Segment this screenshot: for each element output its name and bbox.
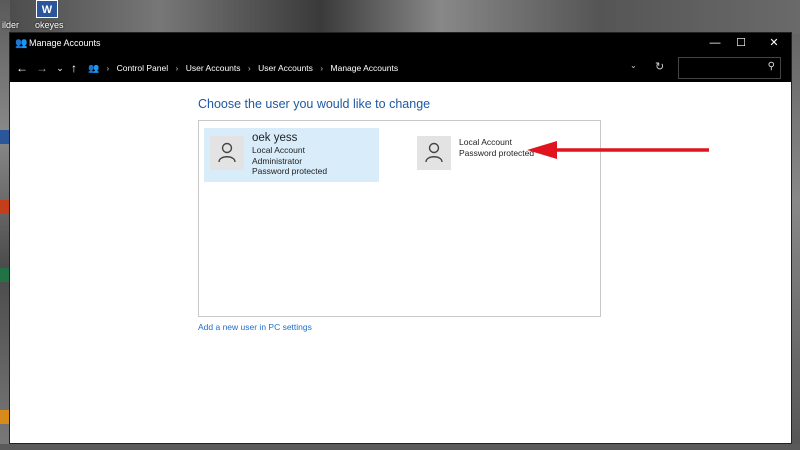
chevron-right-icon[interactable]: › [248, 63, 251, 73]
desktop-excel-icon[interactable] [0, 268, 9, 282]
user-icon [425, 142, 443, 163]
account-details: oek yess Local Account Administrator Pas… [252, 132, 327, 177]
recent-locations-button[interactable]: ⌄ [53, 60, 67, 76]
up-button[interactable]: ↑ [67, 60, 81, 76]
close-button[interactable]: ✕ [759, 35, 789, 52]
account-tile-oek-yess[interactable]: oek yess Local Account Administrator Pas… [204, 128, 379, 182]
address-bar-row: ← → ⌄ ↑ 👥 › Control Panel › User Account… [10, 54, 791, 82]
address-box[interactable]: 👥 › Control Panel › User Accounts › User… [84, 57, 680, 79]
main-content: Choose the user you would like to change… [10, 82, 791, 443]
chevron-down-icon[interactable]: ⌄ [630, 61, 637, 70]
users-icon: 👥 [15, 38, 28, 49]
account-role: Administrator [252, 155, 303, 166]
account-name: oek yess [252, 132, 298, 144]
desktop-powerpoint-icon[interactable] [0, 200, 9, 214]
user-avatar [210, 136, 244, 170]
desktop-icon-label[interactable]: okeyes [35, 20, 64, 30]
user-icon [218, 142, 236, 163]
add-new-user-link[interactable]: Add a new user in PC settings [198, 322, 312, 332]
breadcrumb: 👥 › Control Panel › User Accounts › User… [88, 63, 398, 74]
desktop-app-icon[interactable] [0, 410, 9, 424]
word-document-icon[interactable]: W [36, 0, 58, 18]
manage-accounts-window: 👥 Manage Accounts — ☐ ✕ ← → ⌄ ↑ 👥 › Cont… [9, 32, 792, 444]
desktop-wallpaper-bottom [0, 444, 800, 450]
desktop-wallpaper [0, 0, 800, 34]
search-icon[interactable]: ⚲ [768, 61, 775, 72]
account-type: Local Account [459, 137, 512, 147]
window-title: Manage Accounts [29, 38, 101, 48]
forward-button[interactable]: → [35, 60, 49, 76]
maximize-button[interactable]: ☐ [726, 35, 756, 52]
back-button[interactable]: ← [15, 60, 29, 76]
chevron-right-icon[interactable]: › [320, 63, 323, 73]
user-avatar [417, 136, 451, 170]
refresh-icon[interactable]: ↻ [655, 60, 664, 73]
desktop-word-icon[interactable] [0, 130, 9, 144]
breadcrumb-manage-accounts[interactable]: Manage Accounts [331, 63, 399, 73]
page-title: Choose the user you would like to change [198, 97, 431, 111]
title-bar[interactable]: 👥 Manage Accounts — ☐ ✕ [10, 33, 791, 54]
red-arrow-annotation [527, 141, 709, 159]
search-input[interactable]: ⚲ [678, 57, 781, 79]
account-password-status: Password protected [252, 166, 328, 176]
account-password-status: Password protected [459, 147, 535, 158]
account-type: Local Account [252, 145, 305, 155]
chevron-right-icon[interactable]: › [175, 63, 178, 73]
account-details: Local Account Password protected [459, 137, 534, 158]
breadcrumb-control-panel[interactable]: Control Panel [117, 63, 169, 73]
desktop-icon-label[interactable]: ilder [2, 20, 19, 30]
breadcrumb-user-accounts[interactable]: User Accounts [186, 63, 241, 73]
chevron-right-icon: › [106, 63, 110, 73]
breadcrumb-user-accounts-2[interactable]: User Accounts [258, 63, 313, 73]
account-tile-unnamed[interactable]: Local Account Password protected [411, 128, 541, 182]
control-panel-icon: 👥 [88, 63, 100, 73]
desktop-wallpaper-right [792, 34, 800, 450]
